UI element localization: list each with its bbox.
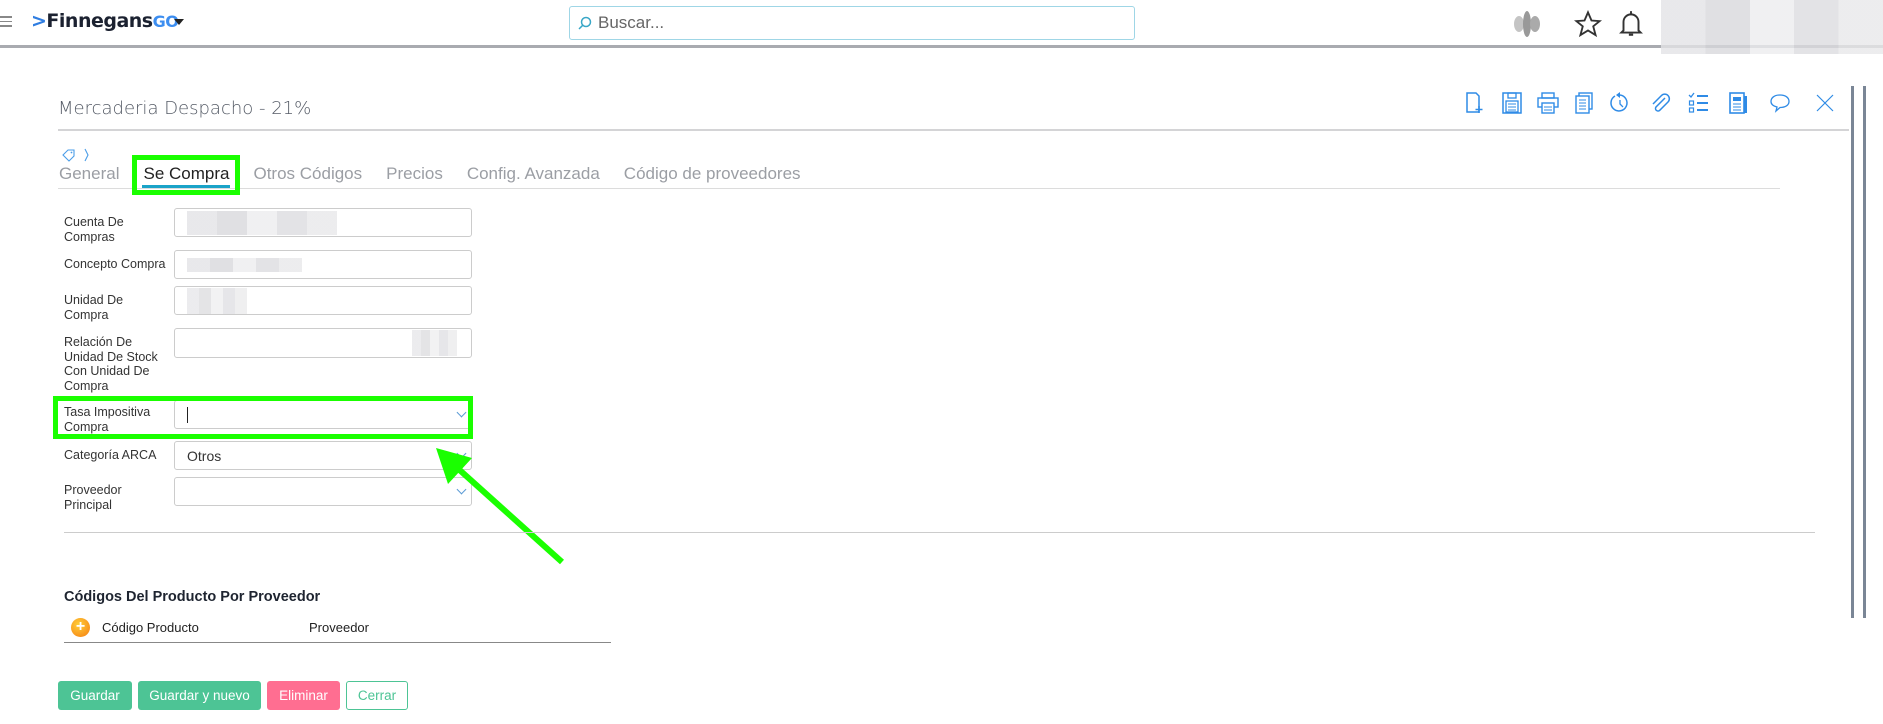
cuenta-compras-field[interactable]: [174, 208, 472, 237]
close-icon[interactable]: [1814, 92, 1836, 114]
label-relacion-unidad: Relación De Unidad De Stock Con Unidad D…: [64, 335, 158, 393]
new-document-icon[interactable]: [1464, 92, 1486, 114]
add-row-icon[interactable]: +: [71, 618, 90, 637]
report-icon[interactable]: [1727, 92, 1749, 114]
annotation-arrow-icon: [436, 448, 565, 565]
history-icon[interactable]: [1609, 92, 1631, 114]
scrollbar[interactable]: [1851, 86, 1854, 618]
user-info-redacted[interactable]: [1661, 0, 1883, 54]
company-dropdown-icon[interactable]: [174, 19, 184, 25]
concepto-compra-field[interactable]: [174, 250, 472, 279]
save-icon[interactable]: [1501, 92, 1523, 114]
page-title: Mercaderia Despacho - 21%: [58, 98, 312, 119]
table-header-divider: [64, 642, 611, 643]
categoria-arca-select[interactable]: Otros: [174, 441, 472, 470]
categoria-arca-value: Otros: [187, 447, 222, 464]
top-header: >FinnegansGO Buscar...: [0, 0, 1883, 54]
redacted-value: [187, 287, 247, 314]
bell-icon[interactable]: [1618, 9, 1644, 39]
tab-otros-codigos[interactable]: Otros Códigos: [253, 164, 362, 184]
search-input[interactable]: Buscar...: [569, 6, 1135, 40]
app-logo[interactable]: >FinnegansGO: [31, 10, 179, 32]
tab-divider: [58, 188, 1780, 189]
star-icon[interactable]: [1574, 10, 1602, 38]
column-header-proveedor: Proveedor: [309, 620, 369, 635]
comment-icon[interactable]: [1769, 92, 1791, 114]
logo-text: Finnegans: [46, 10, 153, 32]
tab-precios[interactable]: Precios: [386, 164, 443, 184]
highlight-box-field: [53, 396, 473, 439]
column-header-codigo-producto: Código Producto: [102, 620, 199, 635]
copy-icon[interactable]: [1573, 92, 1595, 114]
tab-general[interactable]: General: [59, 164, 119, 184]
eliminar-button[interactable]: Eliminar: [267, 681, 340, 710]
label-categoria-arca: Categoría ARCA: [64, 448, 157, 462]
label-unidad-compra: Unidad De Compra: [64, 293, 124, 322]
print-icon[interactable]: [1537, 92, 1559, 114]
proveedor-principal-select[interactable]: [174, 477, 472, 506]
title-divider: [58, 129, 1849, 131]
redacted-value: [187, 257, 302, 272]
tab-codigo-proveedores[interactable]: Código de proveedores: [624, 164, 801, 184]
label-concepto-compra: Concepto Compra: [64, 257, 166, 271]
section-divider: [64, 532, 1815, 533]
highlight-box-tab: [132, 155, 240, 195]
codigos-section-title: Códigos Del Producto Por Proveedor: [64, 589, 321, 605]
guardar-y-nuevo-button[interactable]: Guardar y nuevo: [138, 681, 261, 710]
attachment-icon[interactable]: [1649, 92, 1671, 114]
search-placeholder: Buscar...: [598, 13, 665, 32]
tag-icon[interactable]: [61, 148, 93, 162]
scrollbar-track[interactable]: [1863, 86, 1866, 618]
redacted-value: [187, 210, 337, 235]
tab-config-avanzada[interactable]: Config. Avanzada: [467, 164, 600, 184]
search-icon: [578, 16, 592, 30]
label-proveedor-principal: Proveedor Principal: [64, 483, 122, 512]
guardar-button[interactable]: Guardar: [58, 681, 132, 710]
checklist-icon[interactable]: [1688, 92, 1710, 114]
unidad-compra-field[interactable]: [174, 286, 472, 315]
redacted-value: [412, 330, 457, 356]
label-cuenta-compras: Cuenta De Compras: [64, 215, 124, 244]
cerrar-button[interactable]: Cerrar: [346, 681, 408, 710]
menu-icon[interactable]: [0, 16, 12, 28]
relacion-unidad-field[interactable]: [174, 328, 472, 358]
assistant-icon[interactable]: [1512, 10, 1542, 38]
